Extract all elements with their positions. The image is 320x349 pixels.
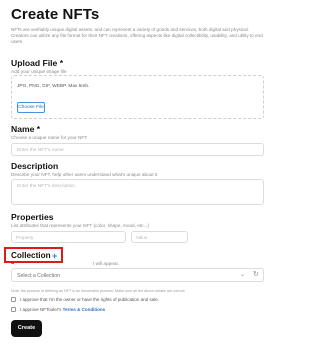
collection-select[interactable]: Select a Collection ⌄ ↻: [11, 268, 264, 282]
value-input-placeholder: Value: [136, 235, 148, 240]
description-section-description: Describe your NFT, help other users unde…: [11, 172, 158, 177]
terms-consent-label: I approve NFTooler's Terms & Conditions: [20, 307, 105, 312]
collection-section-description: I will appear.: [93, 261, 120, 266]
choose-file-button[interactable]: Choose File: [17, 102, 45, 113]
file-dropzone[interactable]: JPG, PNG, GIF, WEBP. Max 5mb. Choose Fil…: [11, 75, 264, 119]
name-input-placeholder: Enter the NFT's name: [17, 147, 64, 153]
property-input-placeholder: Property: [16, 235, 34, 240]
name-section-title: Name *: [11, 124, 41, 134]
chevron-down-icon[interactable]: ⌄: [240, 271, 245, 278]
collection-highlight-box: [4, 247, 63, 263]
terms-consent-prefix: I approve NFTooler's: [20, 306, 62, 312]
rights-consent-label: I approve that I'm the owner or have the…: [20, 296, 159, 302]
terms-conditions-link[interactable]: Terms & Conditions: [63, 307, 105, 312]
page-title: Create NFTs: [11, 6, 100, 23]
upload-section-title: Upload File *: [11, 58, 64, 68]
rights-consent-checkbox[interactable]: [11, 297, 16, 302]
name-section-description: Choose a unique name for your NFT: [11, 135, 88, 140]
irreversible-note: Note: the process of defining an NFT is …: [11, 289, 186, 293]
description-section-title: Description: [11, 161, 59, 171]
refresh-icon[interactable]: ↻: [253, 270, 259, 278]
terms-consent-checkbox[interactable]: [11, 307, 16, 312]
value-input[interactable]: Value: [131, 231, 188, 243]
properties-section-description: List attributes that represents your NFT…: [11, 223, 149, 228]
create-button[interactable]: Create: [11, 320, 42, 337]
properties-section-title: Properties: [11, 212, 54, 222]
description-textarea-placeholder: Enter the NFT's description.: [17, 183, 77, 189]
upload-file-types: JPG, PNG, GIF, WEBP. Max 5mb.: [17, 84, 90, 89]
upload-section-description: Add your unique image file: [11, 69, 67, 74]
name-input[interactable]: Enter the NFT's name: [11, 143, 264, 156]
description-textarea[interactable]: Enter the NFT's description.: [11, 179, 264, 205]
collection-select-value: Select a Collection: [17, 272, 60, 279]
page-intro: NFTs are verifiably unique digital asset…: [11, 27, 263, 45]
property-input[interactable]: Property: [11, 231, 126, 243]
